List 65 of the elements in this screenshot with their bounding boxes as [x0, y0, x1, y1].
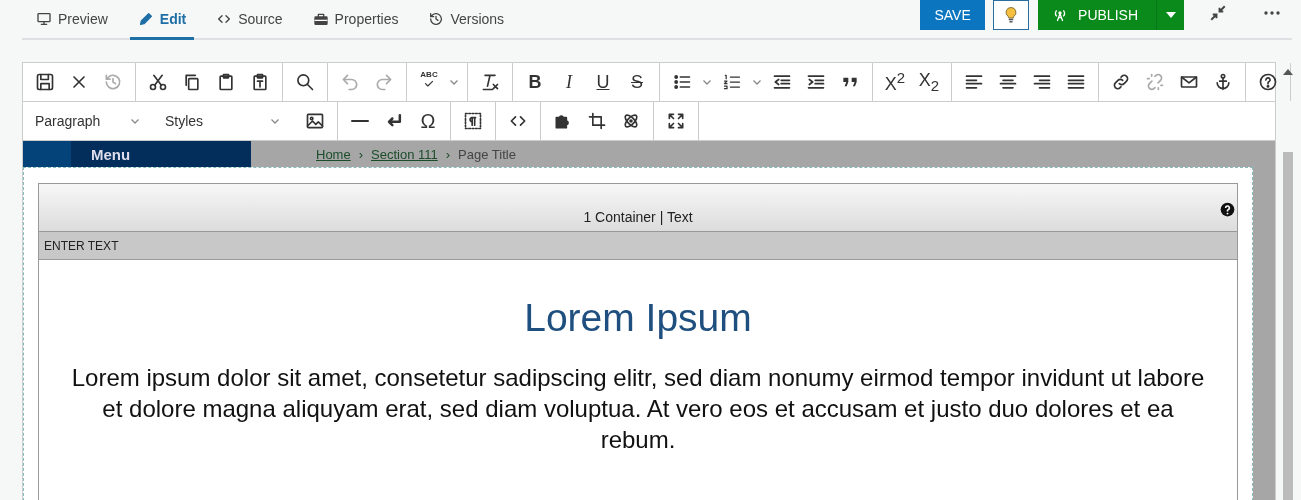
- indent-icon: [806, 72, 826, 92]
- tab[interactable]: Properties: [304, 0, 407, 40]
- numbered-list-icon: [722, 72, 742, 92]
- crop-icon: [587, 111, 607, 131]
- history-icon: [103, 72, 123, 92]
- help-icon[interactable]: [1220, 202, 1235, 217]
- search-icon: [295, 72, 315, 92]
- redo-arrow-icon: [374, 72, 394, 92]
- paragraph: Lorem ipsum dolor sit amet, consetetur sadipscing elitr, sed diam nonumy eirmod tempor invidunt ut labore et dolore magna aliquyam erat, sed diam voluptua. At vero eos et accusam et justo duo dolores et ea rebum.: [70, 363, 1206, 455]
- copy-icon: [182, 72, 202, 92]
- undo-arrow-icon: [340, 72, 360, 92]
- clear-format-icon: [480, 72, 500, 92]
- broken-link-icon: [1145, 72, 1165, 92]
- menu-label: Menu: [91, 145, 131, 163]
- subscript-button[interactable]: X$_{2}$: [912, 67, 946, 97]
- tab[interactable]: Preview: [28, 0, 116, 40]
- breadcrumb-link[interactable]: Section 111: [371, 146, 438, 162]
- more-icon: [1264, 11, 1280, 15]
- history-icon: [428, 10, 445, 27]
- align-left-icon: [964, 72, 984, 92]
- tab[interactable]: Edit: [129, 0, 195, 40]
- paragraph-block-icon: [463, 111, 483, 131]
- heading: Lorem Ipsum: [523, 296, 753, 340]
- tips-button[interactable]: [993, 0, 1030, 30]
- compress-arrows-icon: [1209, 4, 1227, 22]
- superscript-button[interactable]: X$^{2}$: [878, 67, 912, 97]
- format-dropdown[interactable]: Styles: [153, 102, 293, 140]
- symbol-button[interactable]: Ω: [411, 106, 445, 136]
- publish-button[interactable]: PUBLISH: [1038, 0, 1156, 30]
- field-label: ENTER TEXT: [44, 238, 119, 253]
- breadcrumb-link[interactable]: Home: [316, 146, 351, 162]
- clipboard-icon: [216, 72, 236, 92]
- strike-button[interactable]: S: [620, 67, 654, 97]
- tab[interactable]: Source: [208, 0, 291, 40]
- image-icon: [305, 111, 325, 131]
- outdent-icon: [772, 72, 792, 92]
- italic-button[interactable]: I: [552, 67, 586, 97]
- spellcheck-button[interactable]: ABC: [412, 67, 446, 97]
- bulleted-list-icon: [672, 72, 692, 92]
- help-icon: [1258, 72, 1278, 92]
- align-right-icon: [1032, 72, 1052, 92]
- breadcrumb-current: Page Title: [458, 146, 516, 162]
- monitor-icon: [36, 10, 52, 27]
- format-dropdown[interactable]: Paragraph: [23, 102, 153, 140]
- justify-icon: [1066, 72, 1086, 92]
- tab[interactable]: Versions: [420, 0, 513, 40]
- scissors-icon: [148, 72, 168, 92]
- chain-link-icon: [1111, 72, 1131, 92]
- scroll-up-icon[interactable]: [1283, 68, 1293, 76]
- component-title: 1 Container | Text: [583, 209, 693, 225]
- pencil-icon: [137, 10, 154, 27]
- save-button[interactable]: SAVE: [920, 0, 986, 30]
- breadcrumb-separator: ›: [358, 146, 364, 162]
- anchor-icon: [1213, 72, 1233, 92]
- clipboard-text-icon: [250, 72, 270, 92]
- scroll-thumb[interactable]: [1283, 152, 1293, 500]
- expand-icon: [666, 111, 686, 131]
- horizontal-line-icon: [350, 119, 370, 123]
- bold-button[interactable]: B: [518, 67, 552, 97]
- caret-down-icon: [1165, 12, 1176, 18]
- breadcrumb-separator: ›: [445, 146, 451, 162]
- publish-menu-button[interactable]: [1156, 0, 1184, 30]
- underline-button[interactable]: U: [586, 67, 620, 97]
- align-center-icon: [998, 72, 1018, 92]
- atom-icon: [621, 111, 641, 131]
